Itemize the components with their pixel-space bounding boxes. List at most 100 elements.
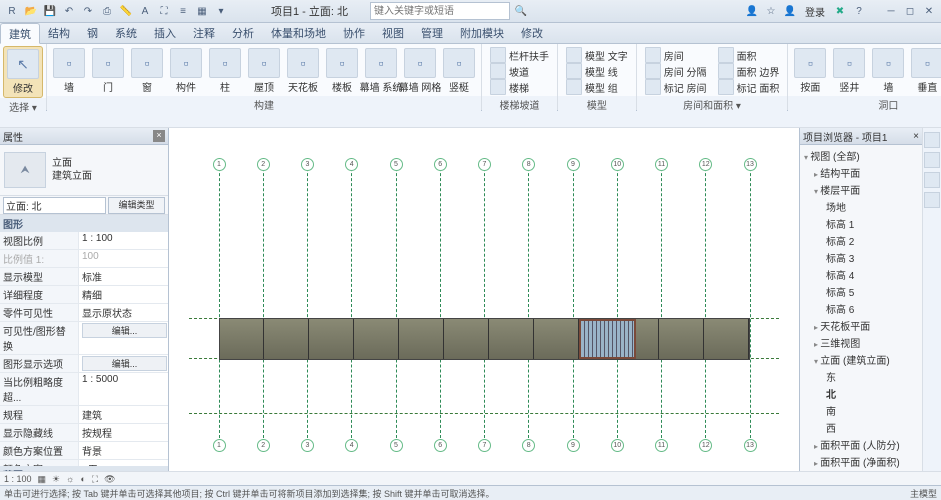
grid-bubble[interactable]: 8 [522,158,535,171]
tool-button[interactable]: ▫幕墙 网格 [401,46,439,96]
tab-9[interactable]: 视图 [374,23,413,43]
tab-6[interactable]: 分析 [224,23,263,43]
grid-bubble[interactable]: 1 [213,158,226,171]
property-value[interactable]: 显示原状态 [79,304,168,321]
tab-3[interactable]: 系统 [107,23,146,43]
property-value[interactable]: 标准 [79,268,168,285]
tool-button[interactable]: 房间 [642,47,710,63]
tool-button[interactable]: 栏杆扶手 [487,47,552,63]
tree-node[interactable]: 视图 (全部) [800,147,922,164]
tool-button[interactable]: 模型 线 [563,63,631,79]
grid-bubble[interactable]: 4 [345,158,358,171]
tree-node[interactable]: 东 [800,368,922,385]
grid-line[interactable] [307,158,308,438]
tree-node[interactable]: 面积平面 (人防分) [800,436,922,453]
grid-line[interactable] [440,158,441,438]
grid-bubble[interactable]: 7 [478,439,491,452]
wheel-icon[interactable] [924,152,940,168]
grid-line[interactable] [661,158,662,438]
grid-bubble[interactable]: 9 [567,158,580,171]
grid-bubble[interactable]: 6 [434,439,447,452]
grid-bubble[interactable]: 5 [390,439,403,452]
property-value[interactable]: 1 : 100 [79,232,168,249]
user-icon[interactable]: 👤 [782,3,798,19]
grid-bubble[interactable]: 9 [567,439,580,452]
tool-button[interactable]: 模型 文字 [563,47,631,63]
tool-button[interactable]: ▫窗 [128,46,166,96]
tree-node[interactable]: 北 [800,385,922,402]
grid-line[interactable] [528,158,529,438]
grid-bubble[interactable]: 13 [744,158,757,171]
minimize-icon[interactable]: ─ [883,3,899,19]
tree-node[interactable]: 标高 1 [800,215,922,232]
grid-line[interactable] [396,158,397,438]
level-line[interactable] [189,413,779,414]
tool-button[interactable]: 面积 [715,47,783,63]
grid-bubble[interactable]: 10 [611,439,624,452]
modify-button[interactable]: ↖ 修改 [3,46,43,98]
pan-icon[interactable] [924,172,940,188]
tab-10[interactable]: 管理 [413,23,452,43]
section-icon[interactable]: ⛶ [156,3,172,19]
grid-bubble[interactable]: 3 [301,439,314,452]
visual-style-icon[interactable]: ☀ [52,474,60,485]
tree-node[interactable]: 标高 2 [800,232,922,249]
tree-node[interactable]: 立面 (建筑立面) [800,351,922,368]
tree-node[interactable]: 标高 4 [800,266,922,283]
tool-button[interactable]: 面积 边界 [715,63,783,79]
grid-bubble[interactable]: 2 [257,439,270,452]
tab-0[interactable]: 建筑 [0,23,40,44]
building-elevation[interactable] [219,318,750,360]
grid-bubble[interactable]: 12 [699,158,712,171]
tab-5[interactable]: 注释 [185,23,224,43]
tool-button[interactable]: 楼梯 [487,79,552,95]
property-value[interactable]: 100 [79,250,168,267]
thin-lines-icon[interactable]: ≡ [175,3,191,19]
close-hidden-icon[interactable]: ▦ [194,3,210,19]
tool-button[interactable]: ▫屋顶 [245,46,283,96]
grid-bubble[interactable]: 2 [257,158,270,171]
tab-12[interactable]: 修改 [513,23,552,43]
subscription-icon[interactable]: 👤 [744,3,760,19]
tree-node[interactable]: 结构平面 [800,164,922,181]
tree-node[interactable]: 面积平面 (净面积) [800,453,922,470]
tool-button[interactable]: ▫构件 [167,46,205,96]
grid-line[interactable] [351,158,352,438]
tool-button[interactable]: ▫楼板 [323,46,361,96]
login-link[interactable]: 登录 [805,4,825,19]
grid-bubble[interactable]: 8 [522,439,535,452]
favorite-icon[interactable]: ☆ [763,3,779,19]
tool-button[interactable]: ▫墙 [50,46,88,96]
measure-icon[interactable]: 📏 [118,3,134,19]
undo-icon[interactable]: ↶ [61,3,77,19]
crop-icon[interactable]: ⛶ [92,474,98,485]
property-value[interactable]: 1 : 5000 [79,373,168,405]
tool-button[interactable]: ▫垂直 [908,46,941,96]
property-value[interactable]: 编辑... [79,355,168,372]
status-model[interactable]: 主模型 [910,487,937,500]
save-icon[interactable]: 💾 [42,3,58,19]
tree-node[interactable]: 南 [800,402,922,419]
sun-path-icon[interactable]: ☼ [66,474,74,484]
close-icon[interactable]: × [153,130,165,142]
tool-button[interactable]: 标记 房间 [642,79,710,95]
grid-bubble[interactable]: 12 [699,439,712,452]
tool-button[interactable]: ▫竖井 [830,46,868,96]
panel-label[interactable]: 选择 ▾ [0,98,46,113]
property-value[interactable]: 编辑... [79,322,168,354]
exchange-icon[interactable]: ✖ [832,3,848,19]
grid-bubble[interactable]: 6 [434,158,447,171]
grid-line[interactable] [750,158,751,438]
tree-node[interactable]: 场地 [800,198,922,215]
grid-bubble[interactable]: 5 [390,158,403,171]
tab-7[interactable]: 体量和场地 [263,23,335,43]
type-selector[interactable]: ⮝ 立面建筑立面 [0,145,168,196]
grid-line[interactable] [705,158,706,438]
grid-line[interactable] [263,158,264,438]
tab-11[interactable]: 附加模块 [452,23,513,43]
text-icon[interactable]: A [137,3,153,19]
tool-button[interactable]: ▫柱 [206,46,244,96]
scale-selector[interactable]: 1 : 100 [4,474,32,484]
search-icon[interactable]: 🔍 [513,3,529,19]
property-value[interactable]: 建筑 [79,406,168,423]
